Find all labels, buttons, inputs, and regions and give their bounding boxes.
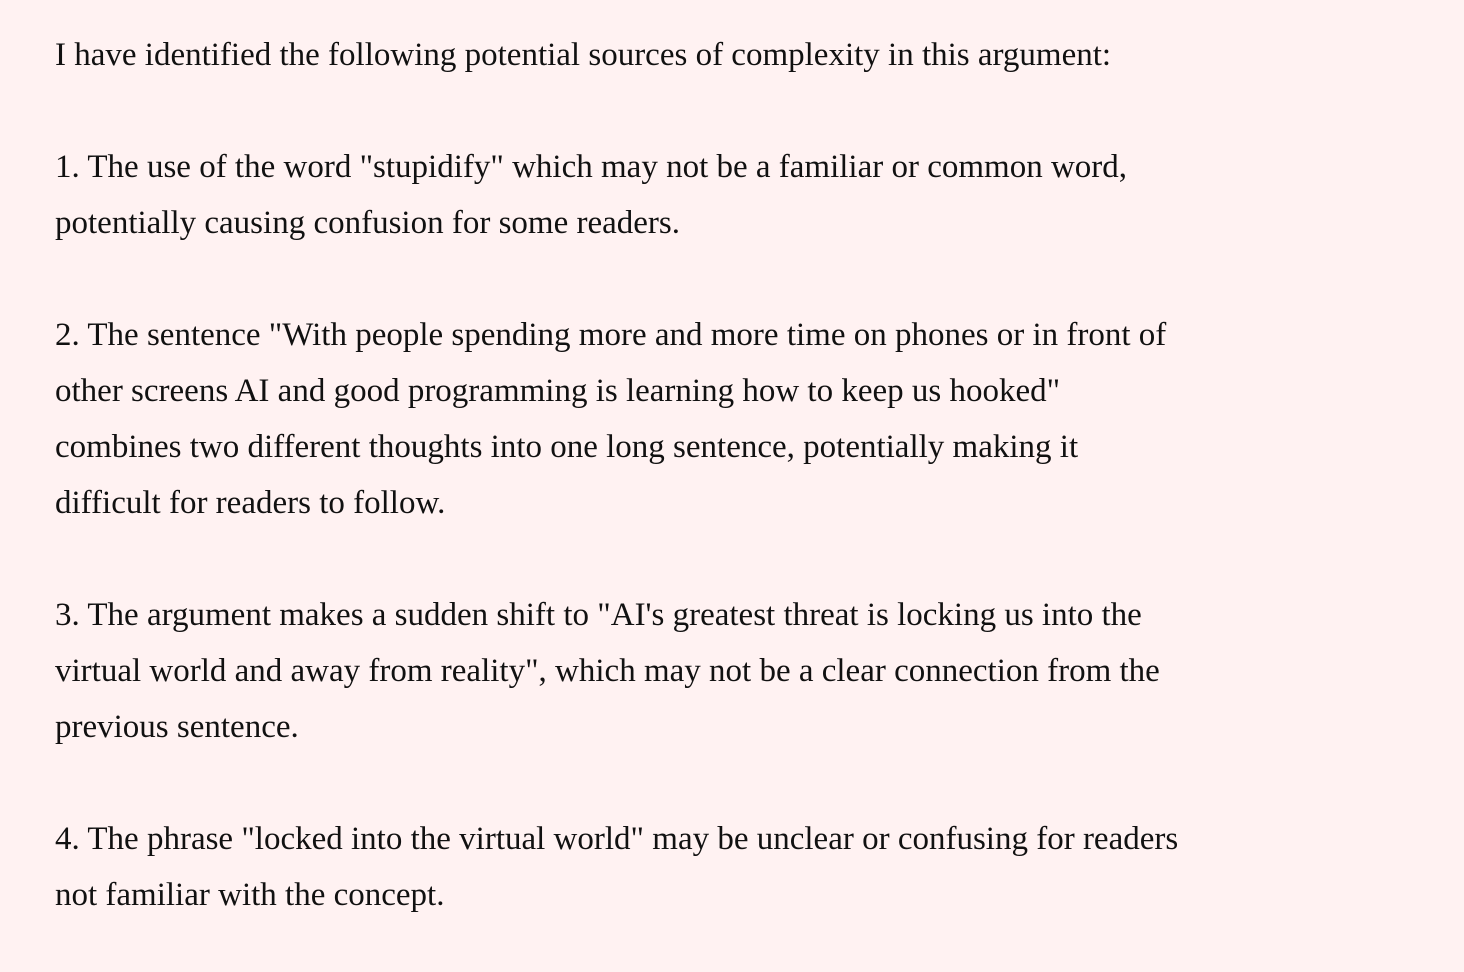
list-item-2: 2. The sentence "With people spending mo… [55,317,1167,521]
response-text: I have identified the following potentia… [55,27,1425,923]
intro-paragraph: I have identified the following potentia… [55,37,1112,73]
list-item-3: 3. The argument makes a sudden shift to … [55,597,1160,745]
list-item-1: 1. The use of the word "stupidify" which… [55,149,1128,241]
list-item-4: 4. The phrase "locked into the virtual w… [55,821,1179,913]
